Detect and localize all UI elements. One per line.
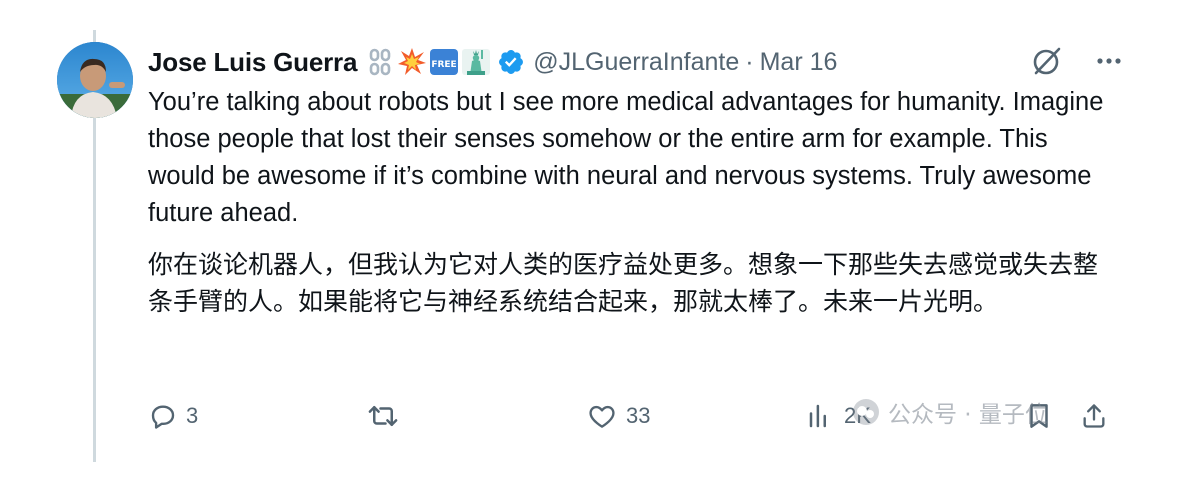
collision-icon (398, 48, 427, 75)
more-icon (1097, 58, 1121, 64)
tweet-date[interactable]: Mar 16 (760, 48, 838, 77)
header-separator: · (745, 47, 754, 76)
chain-icon (369, 48, 391, 76)
like-button[interactable]: 33 (586, 398, 650, 434)
share-button[interactable] (1080, 398, 1108, 434)
verified-badge-icon (499, 50, 524, 74)
grok-icon (1033, 47, 1061, 75)
svg-text:FREE: FREE (432, 60, 457, 70)
retweet-button[interactable] (366, 398, 408, 434)
reply-count: 3 (186, 403, 199, 428)
tweet-top-actions (1030, 44, 1126, 78)
like-count: 33 (626, 403, 651, 428)
profile-badges: FREE (365, 47, 525, 77)
author-handle[interactable]: @JLGuerraInfante (533, 48, 739, 77)
author-display-name[interactable]: Jose Luis Guerra (148, 47, 357, 78)
retweet-icon (368, 406, 398, 426)
watermark: 公众号 · 量子位 (852, 395, 1048, 429)
statue-of-liberty-icon (462, 49, 491, 75)
free-button-icon: FREE (430, 49, 459, 75)
share-icon (1083, 404, 1105, 428)
tweet-page: Jose Luis Guerra FREE @JLGuerraInfante ·… (0, 0, 1184, 494)
wechat-logo-icon (853, 399, 879, 425)
views-icon (809, 404, 826, 428)
reply-icon (151, 405, 175, 429)
tweet-header: Jose Luis Guerra FREE @JLGuerraInfante ·… (148, 42, 837, 82)
tweet-body: You’re talking about robots but I see mo… (148, 84, 1108, 320)
tweet-text-chinese: 你在谈论机器人，但我认为它对人类的医疗益处更多。想象一下那些失去感觉或失去整条手… (148, 250, 1099, 316)
more-options-button[interactable] (1092, 44, 1126, 78)
avatar[interactable] (57, 42, 133, 118)
heart-icon (589, 405, 615, 428)
reply-button[interactable]: 3 (148, 398, 198, 434)
grok-button[interactable] (1030, 44, 1064, 78)
tweet-text-english: You’re talking about robots but I see mo… (148, 88, 1104, 227)
watermark-text: 公众号 · 量子位 (888, 402, 1048, 428)
